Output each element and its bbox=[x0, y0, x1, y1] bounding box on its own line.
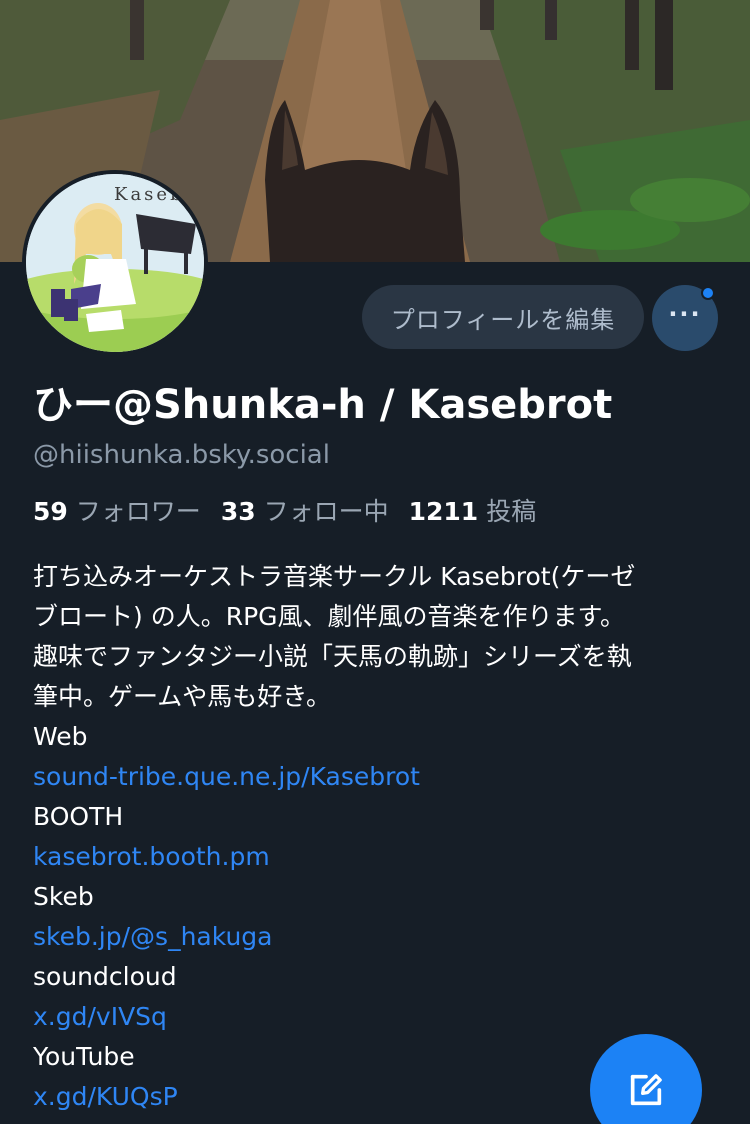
compose-pencil-icon bbox=[630, 1074, 662, 1106]
edit-profile-button[interactable]: プロフィールを編集 bbox=[362, 285, 644, 349]
followers-label: フォロワー bbox=[75, 497, 201, 526]
bio-line: 打ち込みオーケストラ音楽サークル Kasebrot(ケーゼ bbox=[33, 562, 636, 591]
posts-label: 投稿 bbox=[486, 497, 537, 526]
display-name: ひー@Shunka-h / Kasebrot bbox=[33, 382, 613, 428]
link-web[interactable]: sound-tribe.que.ne.jp/Kasebrot bbox=[33, 757, 723, 797]
profile-stats: 59 フォロワー 33 フォロー中 1211 投稿 bbox=[33, 492, 536, 528]
following-label: フォロー中 bbox=[263, 497, 389, 526]
followers-count: 59 bbox=[33, 497, 68, 526]
bio-line: 趣味でファンタジー小説「天馬の軌跡」シリーズを執 bbox=[33, 642, 632, 671]
more-horizontal-icon: ··· bbox=[668, 300, 702, 328]
link-soundcloud[interactable]: x.gd/vIVSq bbox=[33, 997, 723, 1037]
link-label-soundcloud: soundcloud bbox=[33, 962, 177, 991]
following-count: 33 bbox=[220, 497, 256, 526]
avatar-logo-text: Kaseb bbox=[114, 184, 185, 205]
followers-stat[interactable]: 59 フォロワー bbox=[33, 492, 201, 528]
link-skeb[interactable]: skeb.jp/@s_hakuga bbox=[33, 917, 723, 957]
bio-line: 筆中。ゲームや馬も好き。 bbox=[33, 682, 332, 711]
avatar[interactable]: Kaseb bbox=[22, 170, 208, 356]
link-booth[interactable]: kasebrot.booth.pm bbox=[33, 837, 723, 877]
profile-bio: 打ち込みオーケストラ音楽サークル Kasebrot(ケーゼ ブロート) の人。R… bbox=[33, 557, 723, 1117]
posts-stat: 1211 投稿 bbox=[409, 492, 537, 528]
link-label-web: Web bbox=[33, 722, 88, 751]
following-stat[interactable]: 33 フォロー中 bbox=[221, 492, 389, 528]
posts-count: 1211 bbox=[408, 497, 479, 526]
notification-dot-icon bbox=[701, 286, 715, 300]
handle: @hiishunka.bsky.social bbox=[33, 440, 330, 470]
bio-line: ブロート) の人。RPG風、劇伴風の音楽を作ります。 bbox=[33, 602, 626, 631]
link-label-skeb: Skeb bbox=[33, 882, 94, 911]
link-label-booth: BOOTH bbox=[33, 802, 124, 831]
